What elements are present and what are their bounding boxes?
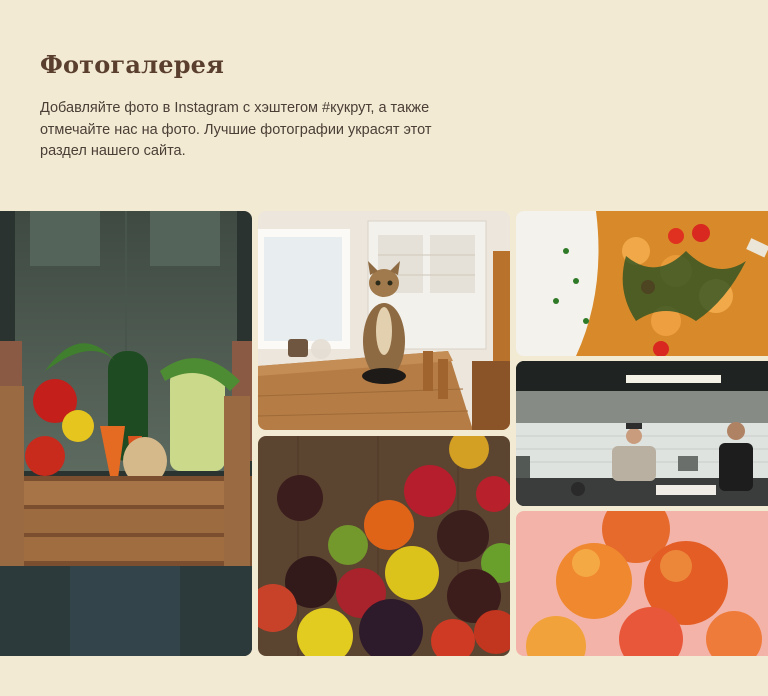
photo-peaches[interactable] — [516, 511, 768, 656]
gallery-description: Добавляйте фото в Instagram с хэштегом #… — [40, 100, 432, 159]
photo-cat-on-table[interactable] — [258, 211, 510, 430]
photo-restaurant-kitchen[interactable] — [516, 361, 768, 506]
photo-rice-curry[interactable] — [516, 211, 768, 356]
rice-curry-image — [516, 211, 768, 356]
cat-on-table-image — [258, 211, 510, 430]
heirloom-tomatoes-image — [258, 436, 510, 656]
peaches-image — [516, 511, 768, 656]
farmer-vegetables-image — [0, 211, 252, 656]
photo-farmer-vegetables[interactable] — [0, 211, 252, 656]
page-title: Фотогалерея — [40, 50, 225, 79]
photo-heirloom-tomatoes[interactable] — [258, 436, 510, 656]
restaurant-kitchen-image — [516, 361, 768, 506]
